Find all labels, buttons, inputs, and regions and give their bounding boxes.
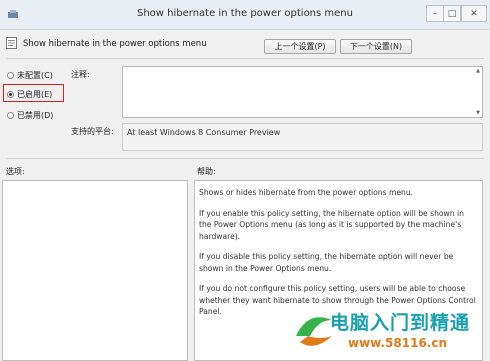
divider [6, 158, 484, 159]
radio-label: 未配置(C) [17, 71, 53, 80]
supported-on-field: At least Windows 8 Consumer Preview [122, 123, 483, 151]
watermark-title: 电脑入门到精通 [330, 312, 471, 334]
highlight-annotation [3, 84, 64, 102]
title-bar: Show hibernate in the power options menu… [0, 0, 490, 30]
supported-on-value: At least Windows 8 Consumer Preview [127, 128, 281, 137]
maximize-button[interactable]: □ [443, 5, 461, 22]
comment-textarea[interactable]: ▲ ▼ [122, 66, 483, 118]
options-pane [2, 180, 188, 361]
watermark-url: www.58116.cn [348, 336, 448, 350]
options-label: 选项: [6, 167, 25, 176]
comment-label: 注释: [71, 70, 90, 79]
supported-on-label: 支持的平台: [71, 127, 114, 136]
help-paragraph: If you disable this policy setting, the … [199, 252, 454, 273]
policy-setting-icon [6, 37, 17, 49]
help-paragraph: Shows or hides hibernate from the power … [199, 188, 414, 197]
setting-title: Show hibernate in the power options menu [23, 39, 207, 49]
scroll-up-icon[interactable]: ▲ [475, 68, 481, 74]
window-title: Show hibernate in the power options menu [137, 8, 353, 19]
close-button[interactable]: ✕ [461, 5, 487, 22]
help-label: 帮助: [197, 167, 216, 176]
scroll-down-icon[interactable]: ▼ [475, 110, 481, 116]
radio-disabled[interactable]: 已禁用(D) [7, 110, 53, 121]
help-paragraph: If you enable this policy setting, the h… [199, 208, 464, 241]
radio-button[interactable] [7, 112, 14, 119]
radio-label: 已禁用(D) [17, 111, 54, 120]
minimize-button[interactable]: – [426, 5, 444, 22]
divider [6, 58, 484, 59]
next-setting-button[interactable]: 下一个设置(N) [340, 39, 412, 54]
radio-not-configured[interactable]: 未配置(C) [7, 70, 53, 81]
previous-setting-button[interactable]: 上一个设置(P) [264, 39, 336, 54]
radio-button[interactable] [7, 72, 14, 79]
site-watermark: 电脑入门到精通 www.58116.cn [288, 304, 490, 361]
